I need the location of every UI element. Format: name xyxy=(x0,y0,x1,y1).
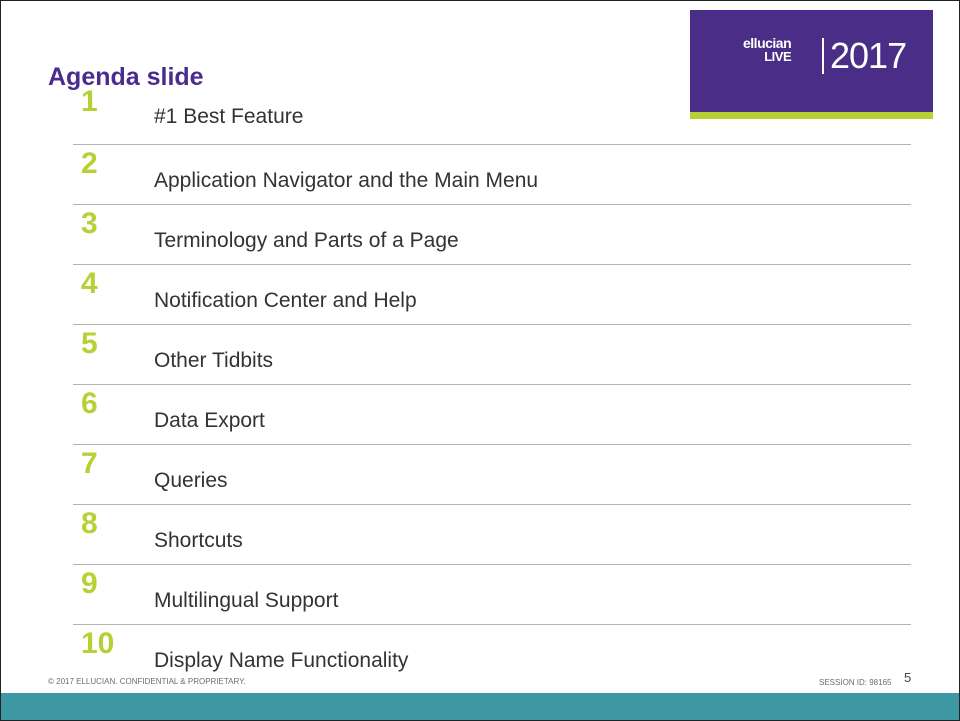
agenda-number: 9 xyxy=(81,567,98,600)
slide: Agenda slide ellucian LIVE 2017 1 #1 Bes… xyxy=(0,0,960,721)
agenda-label: Other Tidbits xyxy=(154,349,274,372)
agenda-label: Multilingual Support xyxy=(154,589,339,612)
session-id: SESSION ID: 98165 xyxy=(819,678,892,687)
agenda-number: 5 xyxy=(81,327,98,360)
agenda-item: 9 Multilingual Support xyxy=(73,565,911,625)
agenda-label: Display Name Functionality xyxy=(154,649,409,672)
agenda-list: 1 #1 Best Feature 2 Application Navigato… xyxy=(73,83,911,685)
copyright-footer: © 2017 ELLUCIAN. CONFIDENTIAL & PROPRIET… xyxy=(48,677,246,686)
agenda-number: 3 xyxy=(81,207,98,240)
agenda-number: 7 xyxy=(81,447,98,480)
bottom-accent-bar xyxy=(1,693,959,720)
agenda-label: Data Export xyxy=(154,409,265,432)
logo-divider xyxy=(822,38,824,74)
agenda-label: Queries xyxy=(154,469,228,492)
agenda-item: 8 Shortcuts xyxy=(73,505,911,565)
page-number: 5 xyxy=(904,670,912,685)
agenda-label: Shortcuts xyxy=(154,529,243,552)
agenda-item: 1 #1 Best Feature xyxy=(73,83,911,145)
agenda-item: 3 Terminology and Parts of a Page xyxy=(73,205,911,265)
agenda-label: #1 Best Feature xyxy=(154,105,304,128)
agenda-number: 10 xyxy=(81,627,115,660)
agenda-item: 4 Notification Center and Help xyxy=(73,265,911,325)
agenda-label: Terminology and Parts of a Page xyxy=(154,229,459,252)
agenda-number: 4 xyxy=(81,267,98,300)
agenda-label: Application Navigator and the Main Menu xyxy=(154,169,539,192)
agenda-item: 2 Application Navigator and the Main Men… xyxy=(73,145,911,205)
agenda-item: 5 Other Tidbits xyxy=(73,325,911,385)
agenda-item: 6 Data Export xyxy=(73,385,911,445)
agenda-item: 7 Queries xyxy=(73,445,911,505)
logo-live: LIVE xyxy=(764,49,792,64)
logo-brand-text: ellucian LIVE xyxy=(743,36,792,64)
agenda-label: Notification Center and Help xyxy=(154,289,417,312)
agenda-number: 1 xyxy=(81,85,98,118)
agenda-item: 10 Display Name Functionality xyxy=(73,625,911,685)
agenda-number: 8 xyxy=(81,507,98,540)
logo-year: 2017 xyxy=(830,35,907,76)
agenda-number: 2 xyxy=(81,147,98,180)
agenda-number: 6 xyxy=(81,387,98,420)
